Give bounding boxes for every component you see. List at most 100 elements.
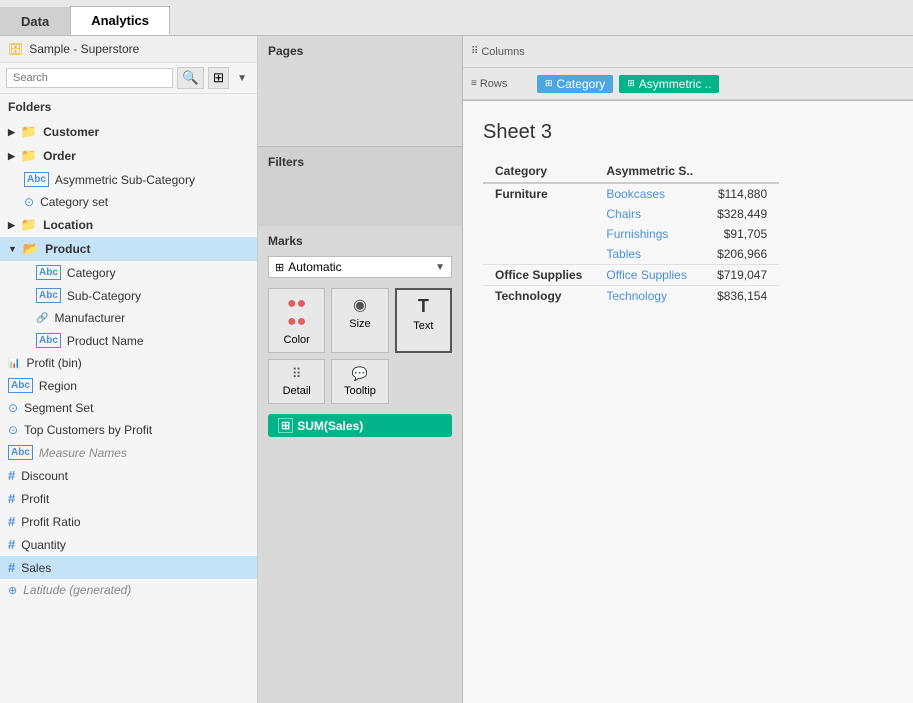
folders-header: Folders	[0, 94, 257, 120]
filters-label: Filters	[268, 155, 304, 169]
folder-order[interactable]: ▶ 📁 Order	[0, 144, 257, 168]
rows-shelf: ≡ Rows ⊞ Category ⊞ Asymmetric ..	[463, 68, 913, 100]
set-icon: ⊙	[8, 401, 18, 415]
abc-icon: Abc	[36, 288, 61, 303]
hash-icon: #	[8, 468, 15, 483]
abc-icon: Abc	[36, 333, 61, 348]
color-label: Color	[284, 334, 310, 346]
set-icon: ⊙	[24, 195, 34, 209]
columns-label: ⠿ Columns	[471, 46, 531, 58]
set-icon: ⊙	[8, 423, 18, 437]
rows-label: ≡ Rows	[471, 78, 531, 90]
search-button[interactable]: 🔍	[177, 67, 204, 89]
field-manufacturer[interactable]: 🔗 Manufacturer	[0, 307, 257, 329]
sum-sales-pill[interactable]: ⊞ SUM(Sales)	[268, 414, 452, 437]
col-header-category: Category	[483, 160, 594, 183]
abc-icon: Abc	[8, 445, 33, 460]
asymmetric-pill-label: Asymmetric ..	[639, 77, 712, 91]
field-label: Discount	[21, 469, 68, 483]
field-profit[interactable]: # Profit	[0, 487, 257, 510]
filters-area: Filters	[258, 146, 462, 226]
size-icon: ◉	[353, 295, 367, 315]
link-icon: 🔗	[36, 313, 48, 324]
field-label: Region	[39, 379, 77, 393]
left-panel: 🗄 Sample - Superstore 🔍 ⊞ ▼ Folders ▶ 📁	[0, 36, 258, 703]
grid-view-button[interactable]: ⊞	[208, 67, 229, 89]
folder-icon: 📁	[21, 217, 37, 233]
color-button[interactable]: ●●●● Color	[268, 288, 325, 353]
field-latitude[interactable]: ⊕ Latitude (generated)	[0, 579, 257, 601]
center-panel: Pages Filters Marks ⊞ Automatic ▼	[258, 36, 463, 703]
columns-icon: ⠿	[471, 46, 478, 57]
value-cell: $719,047	[705, 265, 779, 286]
size-button[interactable]: ◉ Size	[331, 288, 388, 353]
chevron-down-icon: ▼	[8, 244, 17, 254]
marks-type-dropdown[interactable]: ⊞ Automatic ▼	[268, 256, 452, 278]
marks-title: Marks	[268, 234, 452, 248]
chevron-right-icon: ▶	[8, 220, 15, 231]
folder-product[interactable]: ▼ 📂 Product	[0, 237, 257, 261]
folder-label: Product	[45, 242, 90, 256]
field-asymmetric[interactable]: Abc Asymmetric Sub-Category	[0, 168, 257, 191]
tooltip-label: Tooltip	[344, 385, 376, 397]
field-measure-names[interactable]: Abc Measure Names	[0, 441, 257, 464]
tooltip-button[interactable]: 💬 Tooltip	[331, 359, 388, 404]
category-cell: Office Supplies	[483, 265, 594, 286]
folders-label: Folders	[8, 100, 51, 114]
field-category[interactable]: Abc Category	[0, 261, 257, 284]
table-row: Technology Technology $836,154	[483, 286, 779, 307]
database-icon: 🗄	[8, 42, 23, 56]
hash-icon: #	[8, 514, 15, 529]
tab-data[interactable]: Data	[0, 7, 70, 35]
field-label: Product Name	[67, 334, 144, 348]
hash-icon: #	[8, 560, 15, 575]
subcategory-cell: Chairs	[594, 204, 705, 224]
detail-icon: ⠿	[292, 366, 302, 382]
pages-section: Pages	[258, 36, 462, 66]
field-label: Category	[67, 266, 116, 280]
field-quantity[interactable]: # Quantity	[0, 533, 257, 556]
col-header-value	[705, 160, 779, 183]
geo-icon: ⊕	[8, 584, 17, 597]
field-profit-bin[interactable]: 📊 Profit (bin)	[0, 352, 257, 374]
category-cell: Furniture	[483, 183, 594, 265]
field-profit-ratio[interactable]: # Profit Ratio	[0, 510, 257, 533]
field-region[interactable]: Abc Region	[0, 374, 257, 397]
field-category-set[interactable]: ⊙ Category set	[0, 191, 257, 213]
field-segment-set[interactable]: ⊙ Segment Set	[0, 397, 257, 419]
dimension-icon: ⊞	[627, 78, 635, 89]
field-label: Asymmetric Sub-Category	[55, 173, 195, 187]
field-sales[interactable]: # Sales	[0, 556, 257, 579]
asymmetric-pill[interactable]: ⊞ Asymmetric ..	[619, 75, 719, 93]
value-cell: $91,705	[705, 224, 779, 244]
chevron-right-icon: ▶	[8, 127, 15, 138]
subcategory-cell: Technology	[594, 286, 705, 307]
tab-analytics[interactable]: Analytics	[70, 6, 170, 35]
marks-buttons: ●●●● Color ◉ Size T Text ⠿ Detail	[268, 288, 452, 404]
marks-type-icon: ⊞	[275, 261, 284, 274]
rows-icon: ≡	[471, 78, 477, 89]
field-top-customers[interactable]: ⊙ Top Customers by Profit	[0, 419, 257, 441]
field-sub-category[interactable]: Abc Sub-Category	[0, 284, 257, 307]
bar-icon: 📊	[8, 358, 20, 369]
text-button[interactable]: T Text	[395, 288, 452, 353]
main-layout: 🗄 Sample - Superstore 🔍 ⊞ ▼ Folders ▶ 📁	[0, 36, 913, 703]
sort-dropdown-button[interactable]: ▼	[233, 71, 251, 86]
text-icon: T	[418, 296, 429, 317]
field-discount[interactable]: # Discount	[0, 464, 257, 487]
field-label: Latitude (generated)	[23, 583, 131, 597]
search-input[interactable]	[6, 68, 173, 88]
data-source-row[interactable]: 🗄 Sample - Superstore	[0, 36, 257, 63]
category-pill[interactable]: ⊞ Category	[537, 75, 613, 93]
field-product-name[interactable]: Abc Product Name	[0, 329, 257, 352]
columns-shelf: ⠿ Columns	[463, 36, 913, 68]
value-cell: $114,880	[705, 183, 779, 204]
field-list: ▶ 📁 Customer ▶ 📁 Order Abc Asymmetric Su…	[0, 120, 257, 703]
sheet-title: Sheet 3	[483, 121, 893, 144]
folder-location[interactable]: ▶ 📁 Location	[0, 213, 257, 237]
folder-customer[interactable]: ▶ 📁 Customer	[0, 120, 257, 144]
folder-open-icon: 📂	[23, 241, 39, 257]
size-label: Size	[349, 318, 370, 330]
detail-button[interactable]: ⠿ Detail	[268, 359, 325, 404]
value-cell: $836,154	[705, 286, 779, 307]
